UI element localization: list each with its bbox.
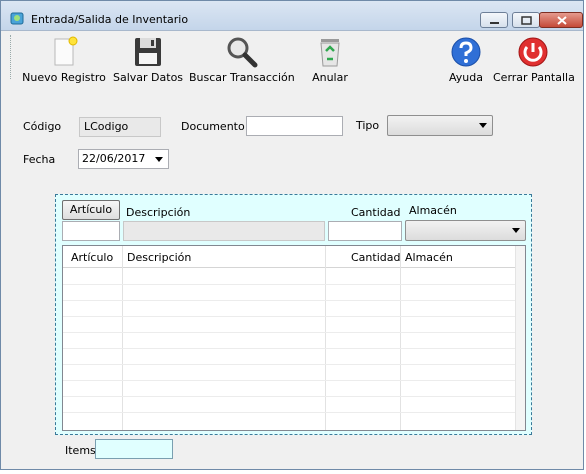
toolbar: Nuevo Registro Salvar Datos Buscar Trans… — [1, 31, 583, 87]
tipo-dropdown[interactable] — [387, 115, 493, 136]
main-window: Entrada/Salida de Inventario Nuevo Regis… — [0, 0, 584, 470]
window-title: Entrada/Salida de Inventario — [31, 13, 189, 26]
cantidad-input[interactable] — [328, 221, 402, 241]
help-icon — [451, 37, 481, 67]
grid-row-line — [63, 300, 518, 301]
descripcion-input — [123, 221, 325, 241]
detail-grid[interactable]: Artículo Descripción Cantidad Almacén — [62, 245, 526, 431]
articulo-button[interactable]: Artículo — [62, 200, 120, 220]
tipo-label: Tipo — [356, 119, 380, 132]
grid-column-divider — [400, 246, 401, 430]
items-label: Items — [65, 444, 96, 457]
codigo-label: Código — [23, 120, 62, 133]
almacen-dropdown[interactable] — [405, 220, 526, 241]
articulo-input[interactable] — [62, 221, 120, 241]
fecha-date-picker[interactable]: 22/06/2017 — [78, 149, 169, 169]
save-button[interactable]: Salvar Datos — [113, 35, 183, 84]
codigo-field: LCodigo — [79, 117, 161, 137]
documento-field[interactable] — [246, 116, 343, 136]
toolbar-grip — [10, 35, 13, 79]
new-document-icon — [54, 36, 78, 66]
maximize-icon — [521, 16, 532, 25]
minimize-icon — [490, 22, 499, 24]
documento-label: Documento — [181, 120, 245, 133]
power-icon — [518, 37, 548, 67]
inventory-app-icon — [10, 12, 24, 25]
title-bar: Entrada/Salida de Inventario — [1, 1, 583, 31]
descripcion-label: Descripción — [126, 206, 191, 219]
floppy-disk-icon — [135, 38, 161, 66]
grid-column-divider — [122, 246, 123, 430]
grid-row-line — [63, 284, 518, 285]
grid-row-line — [63, 348, 518, 349]
chevron-down-icon — [512, 228, 520, 233]
magnifier-icon — [227, 37, 258, 68]
close-screen-button[interactable]: Cerrar Pantalla — [493, 35, 575, 84]
cantidad-label: Cantidad — [351, 206, 401, 219]
grid-row-line — [63, 316, 518, 317]
column-header-descripcion[interactable]: Descripción — [127, 251, 191, 264]
column-header-almacen[interactable]: Almacén — [405, 251, 453, 264]
grid-row-line — [63, 396, 518, 397]
grid-header: Artículo Descripción Cantidad Almacén — [63, 246, 525, 268]
grid-row-line — [63, 412, 518, 413]
annul-button[interactable]: Anular — [307, 35, 353, 84]
minimize-button[interactable] — [480, 12, 508, 28]
help-button[interactable]: Ayuda — [446, 35, 486, 84]
column-header-articulo[interactable]: Artículo — [71, 251, 113, 264]
chevron-down-icon — [155, 157, 163, 162]
chevron-down-icon — [479, 123, 487, 128]
new-record-button[interactable]: Nuevo Registro — [22, 35, 106, 84]
grid-column-divider — [325, 246, 326, 430]
almacen-label: Almacén — [409, 204, 457, 217]
column-header-cantidad[interactable]: Cantidad — [351, 251, 400, 264]
items-count-field — [95, 439, 173, 459]
grid-scrollbar[interactable] — [515, 246, 525, 430]
maximize-button[interactable] — [512, 12, 540, 28]
grid-row-line — [63, 332, 518, 333]
close-button[interactable] — [539, 12, 583, 28]
grid-row-line — [63, 380, 518, 381]
recycle-bin-icon — [320, 39, 340, 67]
fecha-label: Fecha — [23, 153, 56, 166]
close-icon — [557, 16, 567, 25]
search-transaction-button[interactable]: Buscar Transacción — [189, 35, 295, 84]
detail-panel: Artículo Descripción Cantidad Almacén Ar… — [55, 194, 532, 435]
fecha-value: 22/06/2017 — [82, 152, 146, 165]
grid-row-line — [63, 364, 518, 365]
